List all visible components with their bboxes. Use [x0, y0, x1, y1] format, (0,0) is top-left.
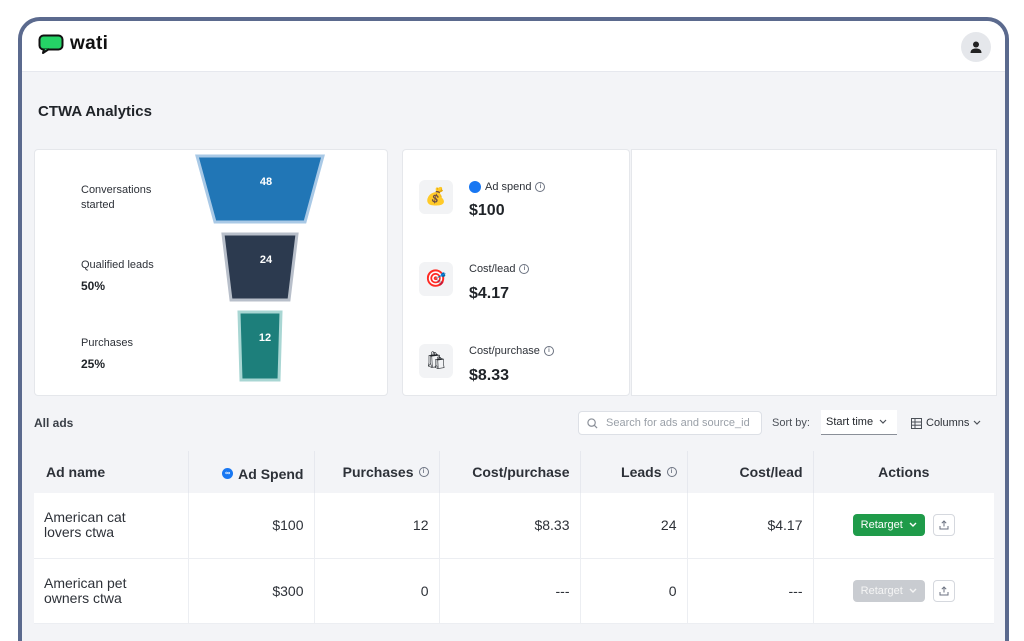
funnel-percent-qualified: 50% [81, 279, 106, 293]
table-header-row: Ad name ∞ Ad Spend Purchases i Cost/purcha… [34, 451, 994, 493]
metric-label-text: Cost/lead [469, 263, 516, 275]
target-icon: 🎯 [419, 262, 453, 296]
metric-label-cost-purchase: Cost/purchase i [469, 345, 554, 357]
column-header-label: Purchases [342, 464, 414, 480]
meta-icon: ∞ [222, 468, 234, 480]
cell-leads: 0 [580, 558, 688, 624]
funnel-value-purchases: 12 [258, 332, 272, 344]
metric-label-cost-lead: Cost/lead i [469, 263, 530, 275]
sort-value: Start time [826, 416, 874, 428]
cell-cost-purchase: $8.33 [439, 493, 581, 559]
metric-value-cost-lead: $4.17 [469, 285, 510, 302]
user-icon [970, 41, 982, 53]
cell-ad-spend: $100 [188, 493, 315, 559]
app-window: wati CTWA Analytics Conversations starte… [18, 17, 1009, 641]
ad-name-line: lovers ctwa [44, 524, 115, 541]
funnel-chart [195, 154, 325, 382]
top-bar: wati [22, 21, 1005, 72]
info-icon[interactable]: i [535, 182, 546, 192]
column-header-ad-spend[interactable]: ∞ Ad Spend [188, 451, 315, 493]
funnel-label-purchases: Purchases [81, 337, 133, 349]
funnel-bar-purchases [237, 310, 283, 382]
cell-ad-name: American cat lovers ctwa [34, 493, 189, 559]
cell-purchases: 12 [314, 493, 440, 559]
metric-value-cost-purchase: $8.33 [469, 367, 510, 384]
column-header-actions: Actions [813, 451, 994, 493]
funnel-value-conversations: 48 [259, 176, 273, 188]
metrics-card: 💰 Ad spend i $100 🎯 Cost/lead i $4.17 🛍 … [402, 149, 630, 396]
column-header-ad-name[interactable]: Ad name [34, 451, 189, 493]
chevron-down-icon [909, 522, 917, 528]
funnel-bar-conversations [195, 154, 325, 224]
column-header-label: Leads [621, 464, 662, 480]
funnel-label-line: Conversations [81, 184, 152, 196]
export-button[interactable] [932, 579, 955, 602]
cell-ad-spend: $300 [188, 558, 315, 624]
search-box[interactable] [578, 411, 762, 435]
page-title: CTWA Analytics [38, 103, 152, 120]
money-bag-icon: 💰 [419, 180, 453, 214]
cell-actions: Retarget [813, 493, 994, 559]
cell-actions: Retarget [813, 558, 994, 624]
upload-icon [939, 520, 949, 530]
funnel-percent-purchases: 25% [81, 357, 106, 371]
shopping-bag-icon: 🛍 [419, 344, 453, 378]
search-input[interactable] [604, 416, 758, 430]
metric-label-ad-spend: Ad spend i [469, 181, 546, 193]
user-avatar[interactable] [961, 32, 991, 62]
columns-button[interactable]: Columns [911, 417, 981, 429]
retarget-button[interactable]: Retarget [852, 514, 925, 537]
column-header-cost-purchase[interactable]: Cost/purchase [439, 451, 581, 493]
funnel-label-qualified: Qualified leads [81, 259, 154, 271]
export-button[interactable] [932, 514, 955, 537]
ad-name-line: American pet [44, 574, 127, 591]
sort-select[interactable]: Start time [821, 410, 897, 435]
table-row: American cat lovers ctwa $100 12 $8.33 2… [34, 493, 994, 559]
ads-table: Ad name ∞ Ad Spend Purchases i Cost/purcha… [34, 451, 994, 624]
ad-name-line: American cat [44, 509, 126, 526]
cell-leads: 24 [580, 493, 688, 559]
columns-icon [911, 417, 922, 429]
retarget-label: Retarget [860, 519, 903, 532]
info-icon[interactable]: i [418, 467, 429, 477]
logo-text: wati [70, 33, 109, 54]
upload-icon [939, 585, 949, 595]
column-header-cost-lead[interactable]: Cost/lead [687, 451, 814, 493]
sort-label: Sort by: [772, 417, 810, 429]
cell-cost-lead: $4.17 [687, 493, 814, 559]
funnel-bar-qualified [221, 232, 299, 302]
cell-ad-name: American pet owners ctwa [34, 558, 189, 624]
metric-label-text: Cost/purchase [469, 345, 540, 357]
info-icon[interactable]: i [543, 346, 554, 356]
funnel-card: Conversations started Qualified leads 50… [34, 149, 388, 396]
empty-panel [631, 149, 997, 396]
info-icon[interactable]: i [666, 467, 677, 477]
metric-value-ad-spend: $100 [469, 202, 505, 219]
cell-cost-purchase: --- [439, 558, 581, 624]
info-icon[interactable]: i [519, 264, 530, 274]
metric-label-text: Ad spend [485, 181, 532, 193]
column-header-leads[interactable]: Leads i [580, 451, 688, 493]
funnel-value-qualified: 24 [259, 254, 273, 266]
column-header-purchases[interactable]: Purchases i [314, 451, 440, 493]
funnel-label-conversations: Conversations started [81, 183, 151, 213]
funnel-label-line: started [81, 199, 115, 211]
chevron-down-icon [909, 588, 917, 593]
wati-logo[interactable]: wati [38, 33, 108, 55]
cell-cost-lead: --- [687, 558, 814, 624]
ad-name-line: owners ctwa [44, 589, 122, 606]
retarget-label: Retarget [860, 584, 903, 597]
table-row: American pet owners ctwa $300 0 --- 0 --… [34, 558, 994, 624]
cell-purchases: 0 [314, 558, 440, 624]
column-header-label: Ad Spend [238, 465, 304, 482]
section-title-all-ads: All ads [34, 416, 74, 430]
search-icon [587, 417, 598, 429]
columns-label: Columns [926, 417, 970, 429]
meta-dot-icon [469, 181, 481, 193]
chevron-down-icon [973, 420, 981, 425]
chat-bubble-icon [38, 34, 64, 54]
retarget-button[interactable]: Retarget [852, 579, 925, 602]
chevron-down-icon [879, 419, 887, 424]
